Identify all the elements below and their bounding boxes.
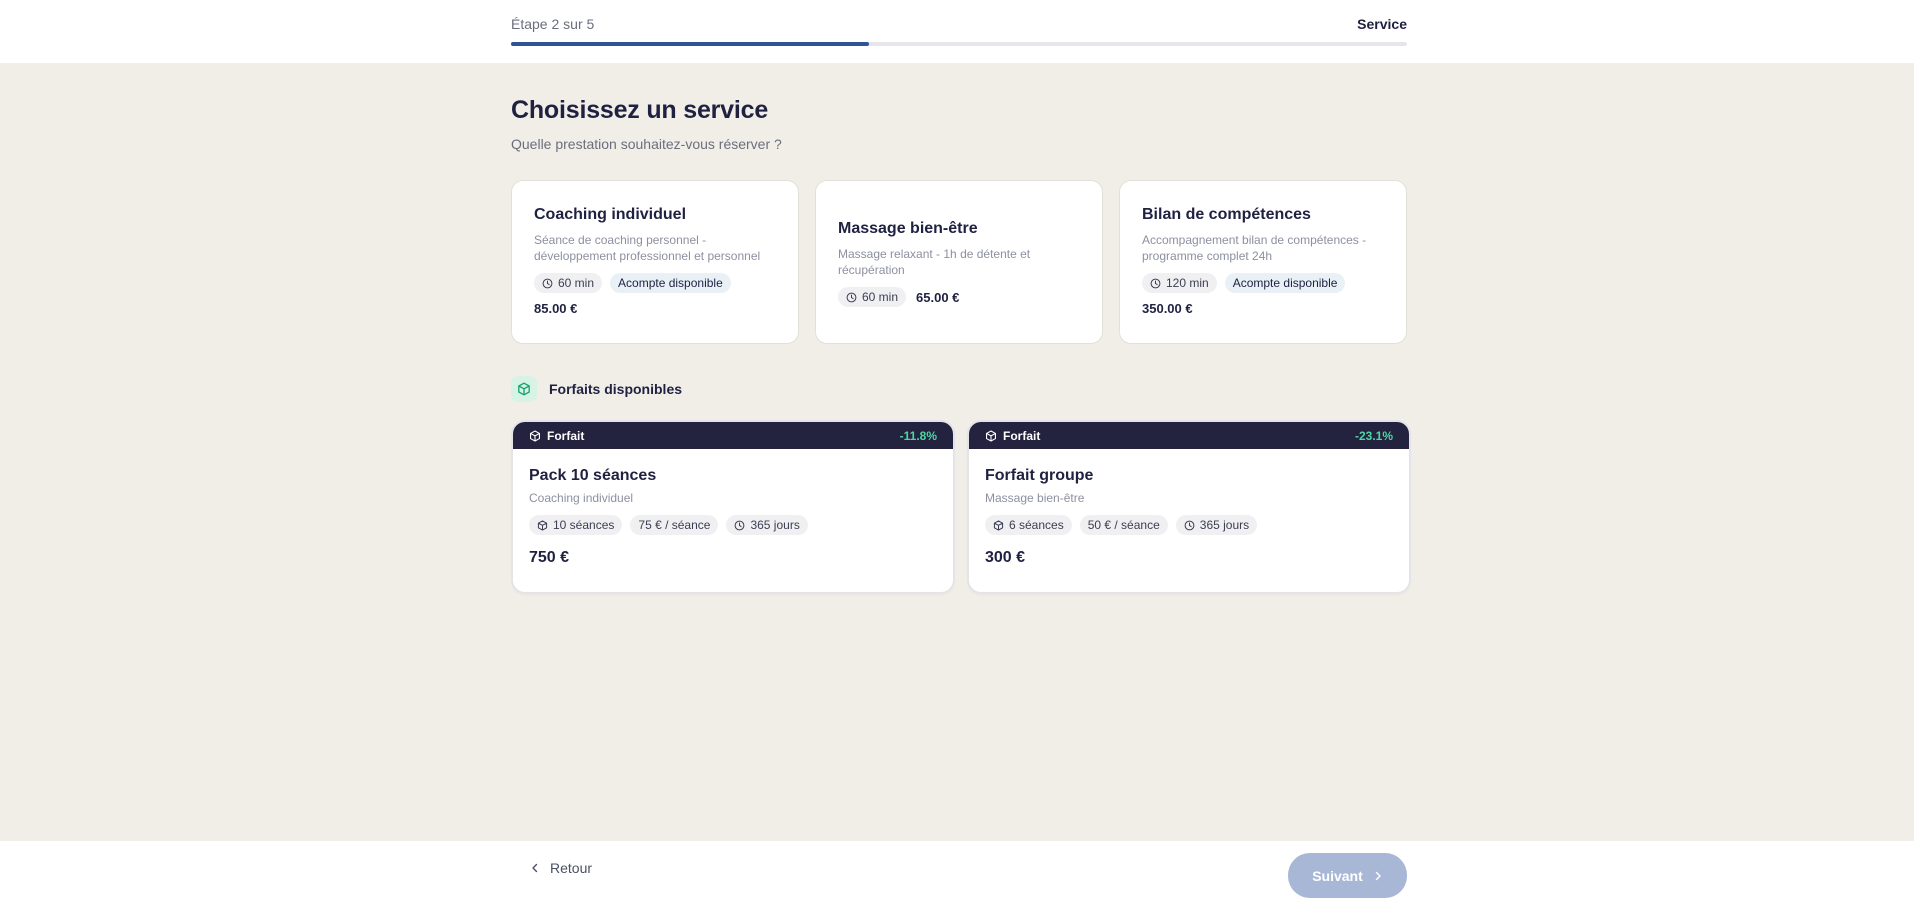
validity-chip: 365 jours: [1175, 515, 1258, 535]
package-card-groupe[interactable]: Forfait -23.1% Forfait groupe Massage bi…: [969, 422, 1409, 592]
package-icon: [511, 376, 537, 402]
package-name: Pack 10 séances: [529, 467, 657, 484]
service-name: Bilan de compétences: [1142, 206, 1311, 223]
package-service: Massage bien-être: [985, 491, 1085, 505]
clock-icon: [1150, 278, 1161, 288]
validity-chip: 365 jours: [726, 515, 808, 535]
package-list: Forfait -11.8% Pack 10 séances Coaching …: [511, 422, 1409, 592]
service-chips: 60 min Acompte disponible: [534, 273, 776, 293]
service-chips: 120 min Acompte disponible: [1142, 273, 1384, 293]
package-chips: 6 séances 50 € / séance 365 jours: [985, 515, 1393, 535]
back-label: Retour: [550, 860, 593, 876]
service-price: 65.00 €: [916, 289, 960, 305]
page-subtitle: Quelle prestation souhaitez-vous réserve…: [511, 136, 782, 152]
next-label: Suivant: [1312, 867, 1363, 884]
duration-label: 120 min: [1166, 276, 1209, 290]
package-band-label: Forfait: [529, 429, 584, 443]
package-price: 750 €: [529, 549, 570, 566]
sessions-label: 6 séances: [1009, 518, 1064, 532]
package-price: 300 €: [985, 549, 1026, 566]
sessions-chip: 6 séances: [985, 515, 1072, 535]
package-chips: 10 séances 75 € / séance 365 jours: [529, 515, 937, 535]
duration-chip: 120 min: [1142, 273, 1217, 293]
service-description: Massage relaxant - 1h de détente et récu…: [838, 247, 1031, 277]
sessions-chip: 10 séances: [529, 515, 623, 535]
page-title: Choisissez un service: [511, 96, 769, 124]
clock-icon: [735, 520, 745, 530]
service-card-body: Massage bien-être Massage relaxant - 1h …: [838, 220, 1080, 307]
clock-icon: [542, 278, 553, 288]
packages-header: Forfaits disponibles: [511, 376, 682, 402]
progress-track: [511, 42, 1407, 46]
validity-label: 365 jours: [750, 518, 800, 532]
progress-fill: [511, 42, 870, 46]
package-band-label: Forfait: [985, 429, 1040, 443]
chevron-left-icon: [532, 863, 538, 873]
deposit-badge: Acompte disponible: [1224, 273, 1346, 293]
service-price: 85.00 €: [534, 301, 578, 316]
service-chips: 60 min 65.00 €: [838, 287, 1080, 307]
package-body: Pack 10 séances Coaching individuel 10 s…: [513, 449, 953, 567]
validity-label: 365 jours: [1199, 518, 1250, 532]
duration-chip: 60 min: [534, 273, 603, 293]
packages-title: Forfaits disponibles: [549, 381, 683, 397]
service-card-coaching[interactable]: Coaching individuel Séance de coaching p…: [511, 180, 799, 344]
duration-label: 60 min: [862, 290, 899, 304]
package-icon: [985, 429, 997, 442]
next-button[interactable]: Suivant: [1288, 853, 1407, 898]
service-card-body: Coaching individuel Séance de coaching p…: [534, 206, 776, 316]
package-name: Forfait groupe: [985, 467, 1094, 484]
back-button[interactable]: Retour: [530, 858, 592, 878]
chevron-right-icon: [1375, 871, 1381, 880]
band-text: Forfait: [547, 428, 585, 443]
deposit-badge: Acompte disponible: [610, 273, 731, 293]
service-card-massage[interactable]: Massage bien-être Massage relaxant - 1h …: [815, 180, 1103, 344]
progress-header: Étape 2 sur 5 Service: [0, 0, 1914, 63]
sessions-label: 10 séances: [553, 518, 615, 532]
discount-badge: -23.1%: [1354, 428, 1393, 443]
package-card-pack10[interactable]: Forfait -11.8% Pack 10 séances Coaching …: [513, 422, 953, 592]
clock-icon: [846, 292, 857, 302]
clock-icon: [1184, 520, 1195, 530]
service-description: Séance de coaching personnel - développe…: [534, 233, 761, 263]
band-text: Forfait: [1003, 428, 1041, 443]
package-band: Forfait -23.1%: [969, 422, 1409, 449]
package-icon: [993, 519, 1004, 531]
service-card-body: Bilan de compétences Accompagnement bila…: [1142, 206, 1384, 316]
duration-label: 60 min: [558, 276, 595, 290]
package-body: Forfait groupe Massage bien-être 6 séanc…: [969, 449, 1409, 567]
duration-chip: 60 min: [838, 287, 907, 307]
service-description: Accompagnement bilan de compétences - pr…: [1142, 233, 1367, 263]
package-icon: [537, 519, 548, 531]
step-name: Service: [1357, 16, 1407, 32]
service-list: Coaching individuel Séance de coaching p…: [511, 180, 1407, 344]
package-band: Forfait -11.8%: [513, 422, 953, 449]
package-service: Coaching individuel: [529, 491, 634, 505]
footer-nav: Retour Suivant: [0, 841, 1914, 908]
progress-container: Étape 2 sur 5 Service: [511, 16, 1407, 46]
main-content: Choisissez un service Quelle prestation …: [511, 96, 1409, 592]
service-name: Coaching individuel: [534, 206, 687, 223]
service-name: Massage bien-être: [838, 220, 978, 237]
service-card-bilan[interactable]: Bilan de compétences Accompagnement bila…: [1119, 180, 1407, 344]
discount-badge: -11.8%: [899, 428, 937, 443]
package-icon: [529, 429, 541, 442]
per-session-chip: 50 € / séance: [1079, 515, 1168, 535]
step-counter: Étape 2 sur 5: [511, 16, 595, 32]
service-price: 350.00 €: [1142, 301, 1193, 316]
per-session-chip: 75 € / séance: [630, 515, 719, 535]
